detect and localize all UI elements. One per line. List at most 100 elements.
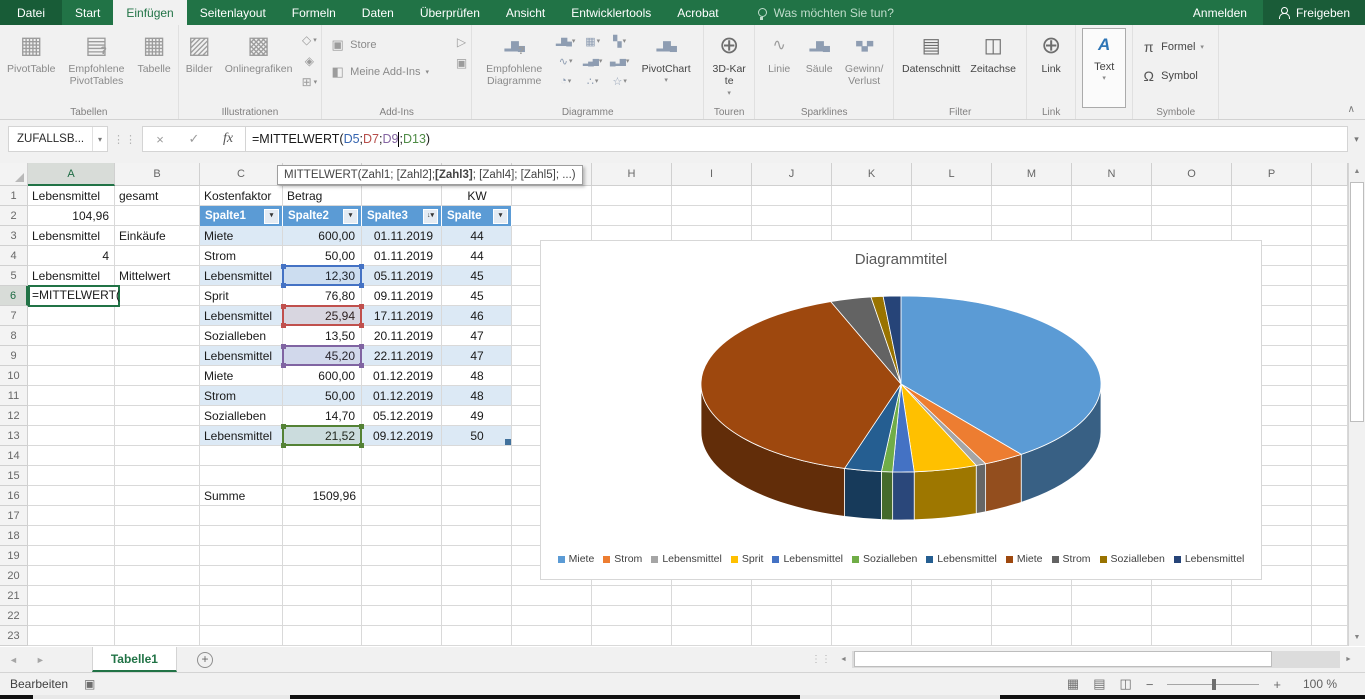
formula-bar-expand-icon[interactable]: ▾ (1348, 126, 1365, 152)
table-cell[interactable]: 600,00 (283, 366, 362, 386)
table-cell[interactable]: 600,00 (283, 226, 362, 246)
cell-A5[interactable]: Lebensmittel (28, 266, 115, 286)
zoom-slider-thumb[interactable] (1212, 679, 1216, 690)
table-cell[interactable]: 01.12.2019 (362, 386, 442, 406)
tab-einfuegen[interactable]: Einfügen (113, 0, 186, 25)
select-all-button[interactable] (0, 163, 28, 186)
sparkline-saeule-button[interactable]: ▂▇▄ Säule (799, 26, 839, 104)
smartart-icon[interactable]: ◈ (302, 51, 318, 70)
bar-chart-icon[interactable]: ▄▂▆▾ (606, 51, 633, 71)
row-header-5[interactable]: 5 (0, 266, 28, 286)
column-header-N[interactable]: N (1072, 163, 1152, 186)
column-header-J[interactable]: J (752, 163, 832, 186)
row-header-6[interactable]: 6 (0, 286, 28, 306)
legend-item-Lebensmittel[interactable]: Lebensmittel (651, 553, 722, 565)
sheet-nav-right-icon[interactable]: ► (27, 647, 54, 672)
table-cell[interactable]: 49 (442, 406, 512, 426)
table-cell[interactable]: Miete (200, 366, 283, 386)
row-header-1[interactable]: 1 (0, 186, 28, 206)
legend-item-Sprit[interactable]: Sprit (731, 553, 764, 565)
pivottable-button[interactable]: ▦ PivotTable (4, 26, 58, 104)
zeitachse-button[interactable]: ◫ Zeitachse (964, 26, 1022, 104)
table-cell[interactable]: Miete (200, 226, 283, 246)
vertical-scrollbar[interactable]: ▲ ▼ (1348, 163, 1365, 646)
addin-people-icon[interactable]: ▣ (456, 53, 467, 72)
cell-D16[interactable]: 1509,96 (283, 486, 362, 506)
enter-formula-button[interactable]: ✓ (177, 131, 211, 147)
pie-slice-side-Sprit[interactable] (914, 466, 976, 520)
line-chart-icon[interactable]: ∿▾ (552, 51, 579, 71)
zoom-slider[interactable] (1167, 678, 1259, 690)
store-button[interactable]: ▣ Store (326, 34, 456, 55)
table-header-Spalte2[interactable]: Spalte2▾ (283, 206, 362, 226)
cell-F1[interactable]: KW (442, 186, 512, 206)
table-header-Spalte3[interactable]: Spalte3↓▾ (362, 206, 442, 226)
table-cell[interactable]: 22.11.2019 (362, 346, 442, 366)
table-cell[interactable]: Lebensmittel (200, 426, 283, 446)
freigeben-button[interactable]: Freigeben (1263, 0, 1365, 25)
pie-slice-side-Lebensmittel[interactable] (976, 464, 985, 514)
table-cell[interactable]: 50 (442, 426, 512, 446)
scroll-down-icon[interactable]: ▼ (1349, 629, 1365, 646)
screenshot-icon[interactable]: ⊞▾ (302, 72, 318, 91)
column-header-P[interactable]: P (1232, 163, 1312, 186)
row-header-14[interactable]: 14 (0, 446, 28, 466)
cell-A3[interactable]: Lebensmittel (28, 226, 115, 246)
chart-title[interactable]: Diagrammtitel (541, 251, 1261, 268)
formula-input[interactable]: =MITTELWERT(D5;D7;D9;D13) (246, 126, 1348, 152)
table-cell[interactable]: 13,50 (283, 326, 362, 346)
row-header-18[interactable]: 18 (0, 526, 28, 546)
horizontal-scroll-thumb[interactable] (854, 651, 1272, 667)
legend-item-Sozialleben[interactable]: Sozialleben (852, 553, 917, 565)
pie-slice-side-Lebensmittel[interactable] (893, 472, 915, 520)
table-cell[interactable]: Sozialleben (200, 406, 283, 426)
scrollbar-grip-icon[interactable]: ⋮⋮ (811, 654, 831, 665)
chart-object[interactable]: Diagrammtitel MieteStromLebensmittelSpri… (540, 240, 1262, 580)
histogram-chart-icon[interactable]: ▂▄▆▾ (579, 51, 606, 71)
vertical-scroll-thumb[interactable] (1350, 182, 1364, 422)
table-cell[interactable]: 47 (442, 326, 512, 346)
pie-chart-icon[interactable]: ◔▾ (552, 71, 579, 91)
table-cell[interactable]: 76,80 (283, 286, 362, 306)
empfohlene-diagramme-button[interactable]: ▂▇▄? Empfohlene Diagramme (476, 26, 552, 104)
table-cell[interactable]: 45 (442, 286, 512, 306)
column-header-H[interactable]: H (592, 163, 672, 186)
table-cell[interactable]: Strom (200, 246, 283, 266)
cell-B1[interactable]: gesamt (115, 186, 200, 206)
cell-A1[interactable]: Lebensmittel (28, 186, 115, 206)
tab-formeln[interactable]: Formeln (279, 0, 349, 25)
table-header-Spalte[interactable]: Spalte▾ (442, 206, 512, 226)
sheet-tab-tabelle1[interactable]: Tabelle1 (92, 647, 177, 672)
table-cell[interactable]: 50,00 (283, 386, 362, 406)
radar-chart-icon[interactable]: ☆▾ (606, 71, 633, 91)
horizontal-scrollbar[interactable] (852, 651, 1340, 668)
table-cell[interactable]: Sprit (200, 286, 283, 306)
zoom-out-icon[interactable]: − (1146, 677, 1154, 692)
symbol-button[interactable]: Ω Symbol (1137, 65, 1214, 86)
table-cell[interactable]: Lebensmittel (200, 346, 283, 366)
filter-dropdown-icon[interactable]: ▾ (264, 209, 279, 224)
table-cell[interactable]: 47 (442, 346, 512, 366)
row-header-15[interactable]: 15 (0, 466, 28, 486)
column-header-I[interactable]: I (672, 163, 752, 186)
tab-entwicklertools[interactable]: Entwicklertools (558, 0, 664, 25)
table-cell[interactable]: 44 (442, 226, 512, 246)
tabelle-button[interactable]: ▦ Tabelle (134, 26, 173, 104)
tab-acrobat[interactable]: Acrobat (664, 0, 731, 25)
cell-C1[interactable]: Kostenfaktor (200, 186, 283, 206)
table-resize-handle[interactable] (505, 439, 511, 445)
shapes-icon[interactable]: ◇▾ (302, 30, 318, 49)
row-header-21[interactable]: 21 (0, 586, 28, 606)
column-header-C[interactable]: C (200, 163, 283, 186)
column-header-L[interactable]: L (912, 163, 992, 186)
anmelden-button[interactable]: Anmelden (1177, 0, 1263, 25)
table-cell[interactable]: 48 (442, 366, 512, 386)
meine-addins-button[interactable]: ◧ Meine Add-Ins ▾ (326, 61, 456, 82)
column-chart-icon[interactable]: ▂▇▄▾ (552, 31, 579, 51)
table-cell[interactable]: 14,70 (283, 406, 362, 426)
scatter-chart-icon[interactable]: ∴▾ (579, 71, 606, 91)
table-cell[interactable]: 09.12.2019 (362, 426, 442, 446)
formel-button[interactable]: π Formel ▾ (1137, 36, 1214, 57)
add-sheet-button[interactable]: + (197, 652, 213, 668)
pie-chart[interactable] (541, 241, 1263, 581)
